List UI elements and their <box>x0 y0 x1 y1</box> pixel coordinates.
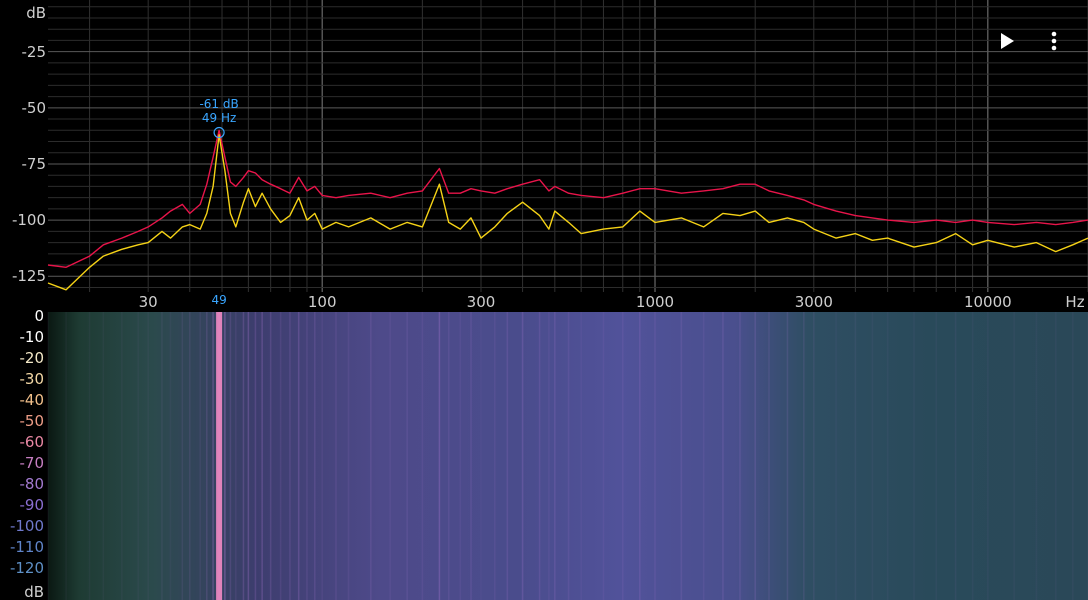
spectrogram-db-unit: dB <box>24 583 44 600</box>
x-tick-label: 10000 <box>963 293 1012 311</box>
y-tick-label: -125 <box>11 267 46 286</box>
spectrogram-scale-label: -100 <box>9 517 44 535</box>
spectrogram-scale-label: -120 <box>9 559 44 577</box>
max-hold-line <box>47 129 1088 268</box>
spectrogram-scale-label: -20 <box>19 349 45 367</box>
spectrogram-scale-label: 0 <box>34 307 44 325</box>
current-spectrum-line <box>47 134 1088 291</box>
x-tick-label: 300 <box>466 293 496 311</box>
x-tick-label: 3000 <box>794 293 833 311</box>
x-tick-label: 1000 <box>635 293 675 311</box>
peak-freq-label: 49 Hz <box>201 110 237 125</box>
x-tick-label: 100 <box>307 293 337 311</box>
y-tick-label: -100 <box>11 211 46 230</box>
peak-frequency-axis-label: 49 <box>211 293 227 307</box>
spectrogram-scale-label: -70 <box>19 454 45 472</box>
more-options-button[interactable] <box>1041 28 1067 54</box>
peak-db-label: -61 dB <box>199 96 239 111</box>
x-axis-unit: Hz <box>1065 293 1085 311</box>
y-axis-unit: dB <box>26 4 46 22</box>
spectrogram-scale-label: -80 <box>19 475 45 493</box>
spectrogram-scale-label: -50 <box>19 412 45 430</box>
spectrum-panel[interactable]: dB -61 dB 49 Hz 49 -25 -50 -75 -100 -125 30 10… <box>0 0 1088 312</box>
y-tick-label: -50 <box>21 98 47 117</box>
spectrogram-view[interactable] <box>0 312 1088 600</box>
y-tick-label: -25 <box>21 42 47 61</box>
spectrogram-scale-label: -30 <box>19 370 45 388</box>
play-icon <box>1001 33 1014 49</box>
spectrogram-scale-label: -90 <box>19 496 45 514</box>
peak-marker: -61 dB 49 Hz <box>199 97 238 125</box>
spectrogram-scale-label: -110 <box>9 538 44 556</box>
y-tick-label: -75 <box>21 154 47 173</box>
spectrum-chart[interactable] <box>0 0 1088 312</box>
spectrogram-scale-label: -10 <box>19 328 45 346</box>
x-tick-label: 30 <box>138 293 158 311</box>
spectrogram-panel[interactable]: dB 0 -10 -20 -30 -40 -50 -60 -70 -80 -90 -100 -110 -… <box>0 308 1088 600</box>
more-vert-icon <box>1051 31 1057 51</box>
spectrogram-scale-label: -60 <box>19 433 45 451</box>
spectrum-analyzer-app: dB -61 dB 49 Hz 49 -25 -50 -75 -100 -125 30 10… <box>0 0 1088 600</box>
spectrogram-scale-label: -40 <box>19 391 45 409</box>
play-button[interactable] <box>994 28 1020 54</box>
